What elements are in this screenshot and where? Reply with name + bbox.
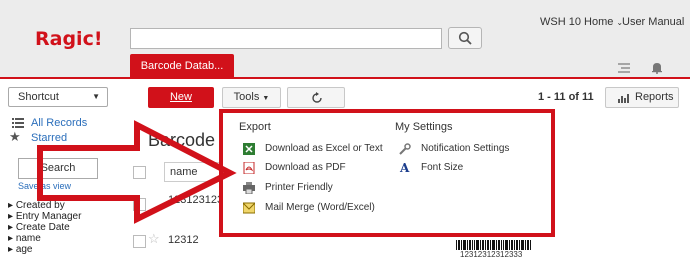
- tools-button[interactable]: Tools ▼: [222, 87, 281, 108]
- header-divider: [0, 77, 690, 79]
- app-logo[interactable]: Ragic!: [35, 28, 103, 50]
- refresh-icon: [312, 92, 322, 103]
- dropdown-arrow-icon: ▼: [92, 92, 100, 101]
- list-settings-icon[interactable]: [618, 63, 630, 73]
- menu-item-label: Mail Merge (Word/Excel): [265, 202, 375, 213]
- tab-barcode-database[interactable]: Barcode Datab...: [130, 54, 234, 78]
- tools-button-label: Tools: [233, 91, 260, 103]
- new-button-label: New: [169, 91, 192, 103]
- new-record-button[interactable]: New: [148, 87, 214, 108]
- global-search-input[interactable]: [130, 28, 442, 49]
- record-count: 1 - 11 of 11: [538, 91, 594, 103]
- bar-chart-icon: [618, 94, 629, 103]
- barcode-value: 12312312312333: [460, 250, 523, 259]
- wrench-icon: [399, 143, 411, 155]
- shortcut-label: Shortcut: [18, 91, 59, 103]
- refresh-button[interactable]: [287, 87, 345, 108]
- menu-item-label: Download as Excel or Text: [265, 143, 383, 154]
- download-excel-item[interactable]: Download as Excel or Text: [243, 143, 383, 157]
- font-icon: A: [400, 161, 410, 175]
- barcode-image: [456, 240, 531, 250]
- tools-dropdown-menu: Export My Settings Download as Excel or …: [219, 109, 555, 237]
- bell-icon[interactable]: [651, 62, 663, 74]
- printer-friendly-item[interactable]: Printer Friendly: [243, 182, 383, 196]
- shortcut-dropdown[interactable]: Shortcut ▼: [8, 87, 108, 107]
- menu-item-label: Download as PDF: [265, 162, 346, 173]
- global-search-button[interactable]: [448, 27, 482, 49]
- menu-item-label: Printer Friendly: [265, 182, 333, 193]
- annotation-arrow: [37, 120, 237, 224]
- my-settings-heading: My Settings: [395, 121, 453, 133]
- reports-button[interactable]: Reports: [605, 87, 679, 108]
- menu-item-label: Notification Settings: [421, 143, 510, 154]
- home-menu[interactable]: WSH 10 Home ⌄: [540, 16, 623, 28]
- search-icon: [458, 31, 472, 45]
- mail-merge-item[interactable]: Mail Merge (Word/Excel): [243, 202, 383, 216]
- notification-settings-item[interactable]: Notification Settings: [399, 143, 539, 157]
- dropdown-arrow-icon: ▼: [262, 95, 270, 102]
- menu-item-label: Font Size: [421, 162, 464, 173]
- reports-button-label: Reports: [635, 91, 674, 103]
- user-manual-link[interactable]: User Manual: [622, 16, 684, 28]
- download-pdf-item[interactable]: Download as PDF: [243, 162, 383, 176]
- font-size-item[interactable]: A Font Size: [399, 161, 539, 176]
- home-menu-label: WSH 10 Home: [540, 16, 614, 28]
